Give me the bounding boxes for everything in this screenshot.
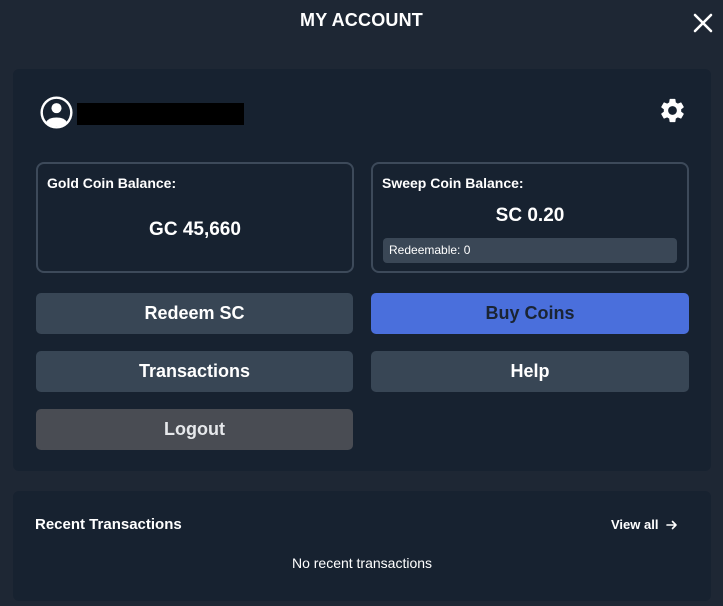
arrow-right-icon [666, 520, 678, 529]
redeemable-badge: Redeemable: 0 [383, 238, 677, 263]
redeem-sc-button[interactable]: Redeem SC [36, 293, 353, 334]
sweep-coin-balance-box: Sweep Coin Balance: SC 0.20 Redeemable: … [371, 162, 689, 273]
account-card: Gold Coin Balance: GC 45,660 Sweep Coin … [13, 69, 711, 471]
close-icon [693, 13, 713, 33]
close-button[interactable] [692, 12, 714, 34]
recent-transactions-card: Recent Transactions View all No recent t… [13, 491, 711, 601]
view-all-link[interactable]: View all [611, 517, 678, 532]
help-button[interactable]: Help [371, 351, 689, 392]
username-redacted [77, 103, 244, 125]
user-circle-icon [40, 96, 73, 129]
modal-title: MY ACCOUNT [300, 10, 423, 30]
sweep-coin-balance-label: Sweep Coin Balance: [382, 175, 524, 191]
account-modal: MY ACCOUNT Gold Coin Balance: GC 45,660 [0, 0, 723, 606]
buy-coins-button[interactable]: Buy Coins [371, 293, 689, 334]
gold-coin-balance-box: Gold Coin Balance: GC 45,660 [36, 162, 354, 273]
settings-button[interactable] [658, 96, 687, 125]
no-transactions-message: No recent transactions [291, 555, 433, 571]
gold-coin-balance-label: Gold Coin Balance: [47, 175, 177, 191]
recent-transactions-title: Recent Transactions [35, 516, 182, 533]
avatar [39, 95, 74, 130]
gold-coin-balance-value: GC 45,660 [149, 219, 241, 240]
sweep-coin-balance-value: SC 0.20 [495, 205, 565, 226]
view-all-label: View all [611, 517, 659, 532]
gear-icon [661, 98, 684, 123]
logout-button[interactable]: Logout [36, 409, 353, 450]
transactions-button[interactable]: Transactions [36, 351, 353, 392]
